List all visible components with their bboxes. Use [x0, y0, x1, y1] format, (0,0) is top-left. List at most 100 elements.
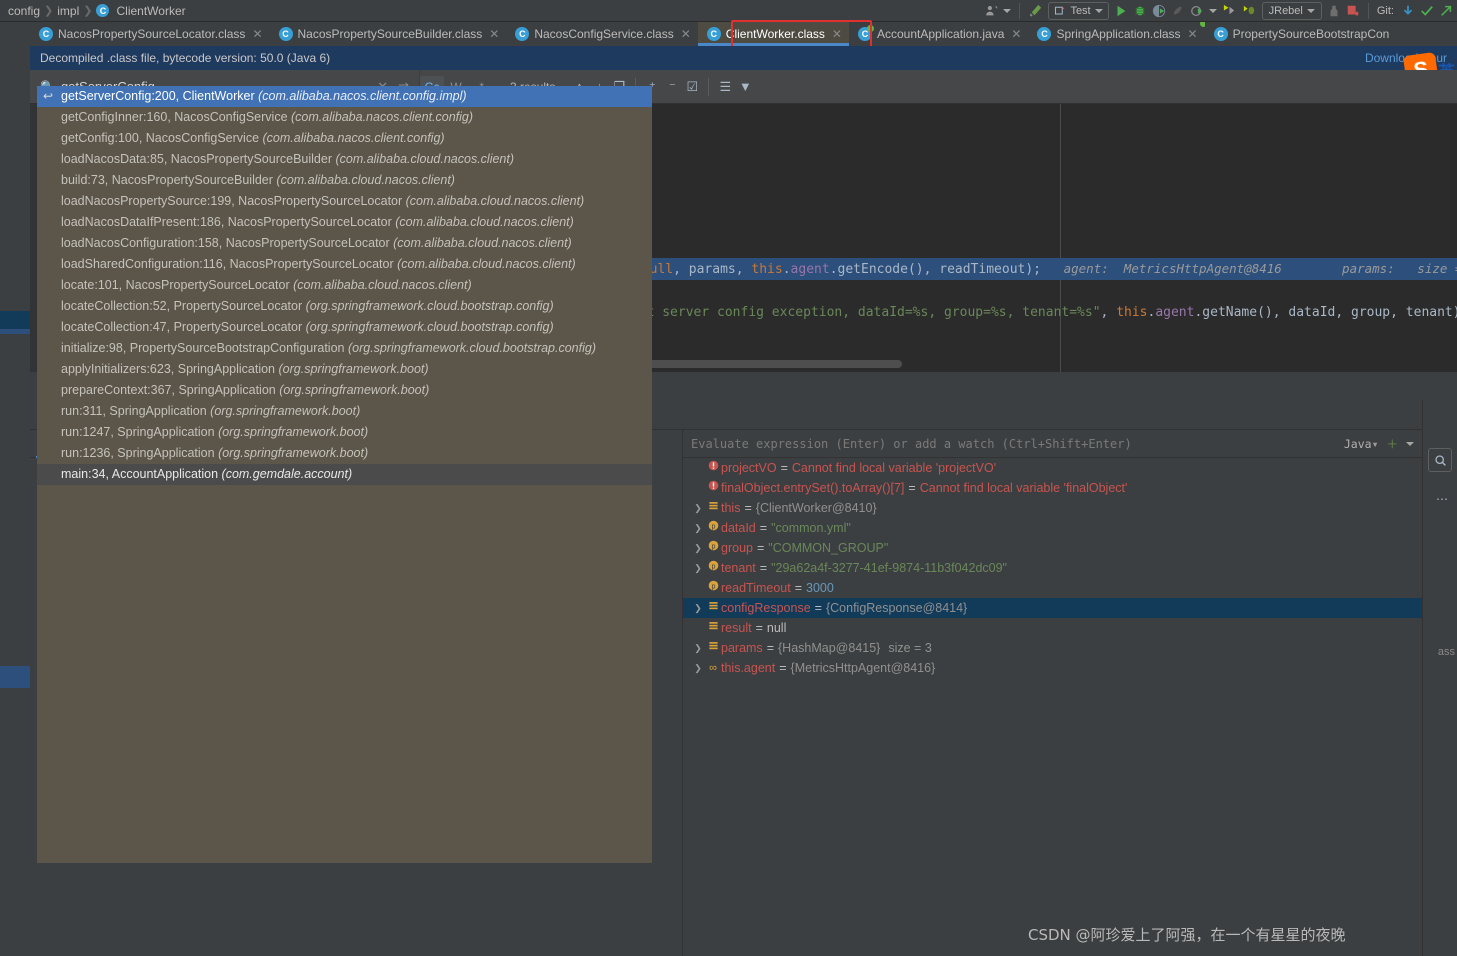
frame-row[interactable]: prepareContext:367, SpringApplication (o… [37, 380, 652, 401]
left-tool-rail[interactable] [0, 22, 30, 956]
close-icon[interactable]: ✕ [681, 27, 691, 41]
close-icon[interactable]: ✕ [1011, 27, 1021, 41]
expand-chevron-icon[interactable]: ❯ [691, 638, 705, 658]
editor-tab-6[interactable]: C PropertySourceBootstrapCon [1204, 22, 1397, 46]
variable-row[interactable]: p readTimeout = 3000 [683, 578, 1422, 598]
run-coverage-icon[interactable] [1152, 2, 1166, 20]
parameter-icon: p [705, 518, 721, 538]
evaluate-language-selector[interactable]: Java▾ [1344, 437, 1379, 451]
variable-row[interactable]: ❯ ∞ this.agent = {MetricsHttpAgent@8416} [683, 658, 1422, 678]
breadcrumb-separator: ❯ [44, 5, 54, 17]
close-icon[interactable]: ✕ [252, 27, 262, 41]
profile-icon[interactable] [984, 2, 998, 20]
variable-row[interactable]: finalObject.entrySet().toArray()[7] = Cann… [683, 478, 1422, 498]
svg-text:p: p [711, 523, 715, 530]
frame-row[interactable]: loadNacosData:85, NacosPropertySourceBui… [37, 149, 652, 170]
frame-row[interactable]: loadNacosConfiguration:158, NacosPropert… [37, 233, 652, 254]
variable-name: readTimeout [721, 581, 791, 595]
variable-row[interactable]: result = null [683, 618, 1422, 638]
variable-row[interactable]: ❯ this = {ClientWorker@8410} [683, 498, 1422, 518]
expand-chevron-icon[interactable]: ❯ [691, 538, 705, 558]
expand-chevron-icon[interactable]: ❯ [691, 498, 705, 518]
editor-tab-1[interactable]: C NacosPropertySourceBuilder.class ✕ [269, 22, 507, 46]
profiler-icon[interactable] [1190, 2, 1204, 20]
stop-icon[interactable] [1327, 2, 1341, 20]
git-commit-icon[interactable] [1420, 2, 1434, 20]
frame-row[interactable]: initialize:98, PropertySourceBootstrapCo… [37, 338, 652, 359]
evaluate-expression-bar[interactable]: Evaluate expression (Enter) or add a wat… [683, 430, 1422, 458]
filter-icon[interactable]: ▼ [735, 76, 755, 98]
git-push-icon[interactable] [1439, 2, 1453, 20]
variables-list[interactable]: projectVO = Cannot find local variable 'pr… [683, 458, 1422, 956]
run-configuration-selector[interactable]: Test [1048, 1, 1109, 20]
frame-row[interactable]: run:1236, SpringApplication (org.springf… [37, 443, 652, 464]
frame-row[interactable]: run:311, SpringApplication (org.springfr… [37, 401, 652, 422]
frame-package: (org.springframework.cloud.bootstrap.con… [305, 320, 554, 334]
jrebel-debug-icon[interactable] [1242, 2, 1257, 20]
frame-row[interactable]: ↩ getServerConfig:200, ClientWorker (com.… [37, 86, 652, 107]
frame-row[interactable]: getConfigInner:160, NacosConfigService (… [37, 107, 652, 128]
jrebel-selector[interactable]: JRebel [1261, 1, 1322, 20]
editor-tab-5[interactable]: C SpringApplication.class ✕ [1028, 22, 1205, 46]
expand-chevron-icon[interactable]: ❯ [691, 518, 705, 538]
frame-row[interactable]: locate:101, NacosPropertySourceLocator (… [37, 275, 652, 296]
filter-list-icon[interactable]: ☰ [715, 76, 735, 98]
jrebel-run-icon[interactable] [1222, 2, 1237, 20]
close-icon[interactable]: ✕ [1188, 27, 1198, 41]
debug-icon[interactable] [1133, 2, 1147, 20]
variable-row[interactable]: projectVO = Cannot find local variable 'pr… [683, 458, 1422, 478]
select-all-occurrences-icon[interactable]: ☑ [682, 76, 702, 98]
frame-method: locate:101, NacosPropertySourceLocator [61, 278, 294, 292]
git-update-icon[interactable] [1401, 2, 1415, 20]
frame-row[interactable]: loadNacosPropertySource:199, NacosProper… [37, 191, 652, 212]
chevron-down-icon[interactable] [1306, 8, 1315, 13]
hammer-icon[interactable] [1028, 2, 1043, 20]
close-icon[interactable]: ✕ [832, 27, 842, 41]
add-watch-icon[interactable]: ＋ [1387, 436, 1399, 452]
frame-row[interactable]: getConfig:100, NacosConfigService (com.a… [37, 128, 652, 149]
editor-tab-clientworker[interactable]: C ClientWorker.class ✕ [697, 22, 850, 46]
layout-icon[interactable] [1346, 2, 1360, 20]
frame-row[interactable]: build:73, NacosPropertySourceBuilder (co… [37, 170, 652, 191]
variable-row[interactable]: ❯ p dataId = "common.yml" [683, 518, 1422, 538]
java-run-icon: C [857, 25, 874, 41]
right-tool-rail[interactable]: ⋯ ass [1422, 400, 1457, 956]
editor-tab-2[interactable]: C NacosConfigService.class ✕ [506, 22, 698, 46]
frame-row[interactable]: loadNacosDataIfPresent:186, NacosPropert… [37, 212, 652, 233]
profiler-dropdown-caret[interactable] [1208, 8, 1217, 13]
search-everywhere-icon[interactable] [1428, 448, 1452, 472]
frame-row[interactable]: main:34, AccountApplication (com.gemdale… [37, 464, 652, 485]
editor-tab-4[interactable]: C AccountApplication.java ✕ [848, 22, 1029, 46]
remove-occurrence-icon[interactable]: ⁻ [662, 76, 682, 98]
frame-row[interactable]: locateCollection:47, PropertySourceLocat… [37, 317, 652, 338]
variable-name: this.agent [721, 661, 776, 675]
close-icon[interactable]: ✕ [489, 27, 499, 41]
right-rail-label: ass [1437, 646, 1455, 658]
variable-row[interactable]: ❯ p group = "COMMON_GROUP" [683, 538, 1422, 558]
editor-tab-0[interactable]: C NacosPropertySourceLocator.class ✕ [30, 22, 270, 46]
expand-chevron-icon[interactable]: ❯ [691, 558, 705, 578]
evaluate-placeholder[interactable]: Evaluate expression (Enter) or add a wat… [691, 437, 1132, 451]
attach-profiler-icon[interactable] [1171, 2, 1185, 20]
frame-row[interactable]: applyInitializers:623, SpringApplication… [37, 359, 652, 380]
frame-row[interactable]: loadSharedConfiguration:116, NacosProper… [37, 254, 652, 275]
more-options-icon[interactable]: ⋯ [1436, 492, 1448, 506]
equals-sign: = [759, 561, 768, 575]
breadcrumb-item-1[interactable]: impl [57, 4, 79, 18]
frame-row[interactable]: run:1247, SpringApplication (org.springf… [37, 422, 652, 443]
breadcrumb-item-2[interactable]: ClientWorker [116, 4, 185, 18]
watch-icon: ∞ [709, 662, 717, 674]
chevron-down-icon[interactable] [1406, 441, 1414, 446]
variable-row[interactable]: ❯ params = {HashMap@8415} size = 3 [683, 638, 1422, 658]
profile-dropdown-caret[interactable] [1003, 8, 1012, 13]
frame-row[interactable]: locateCollection:52, PropertySourceLocat… [37, 296, 652, 317]
call-stack-frames[interactable]: ↩ getServerConfig:200, ClientWorker (com.… [37, 86, 652, 863]
frame-method: prepareContext:367, SpringApplication [61, 383, 280, 397]
variable-row[interactable]: ❯ p tenant = "29a62a4f-3277-41ef-9874-11b3f0… [683, 558, 1422, 578]
breadcrumb-item-0[interactable]: config [8, 4, 40, 18]
run-icon[interactable] [1114, 2, 1128, 20]
expand-chevron-icon[interactable]: ❯ [691, 658, 705, 678]
chevron-down-icon[interactable] [1094, 8, 1103, 13]
expand-chevron-icon[interactable]: ❯ [691, 598, 705, 618]
variable-row[interactable]: ❯ configResponse = {ConfigResponse@8414} [683, 598, 1422, 618]
